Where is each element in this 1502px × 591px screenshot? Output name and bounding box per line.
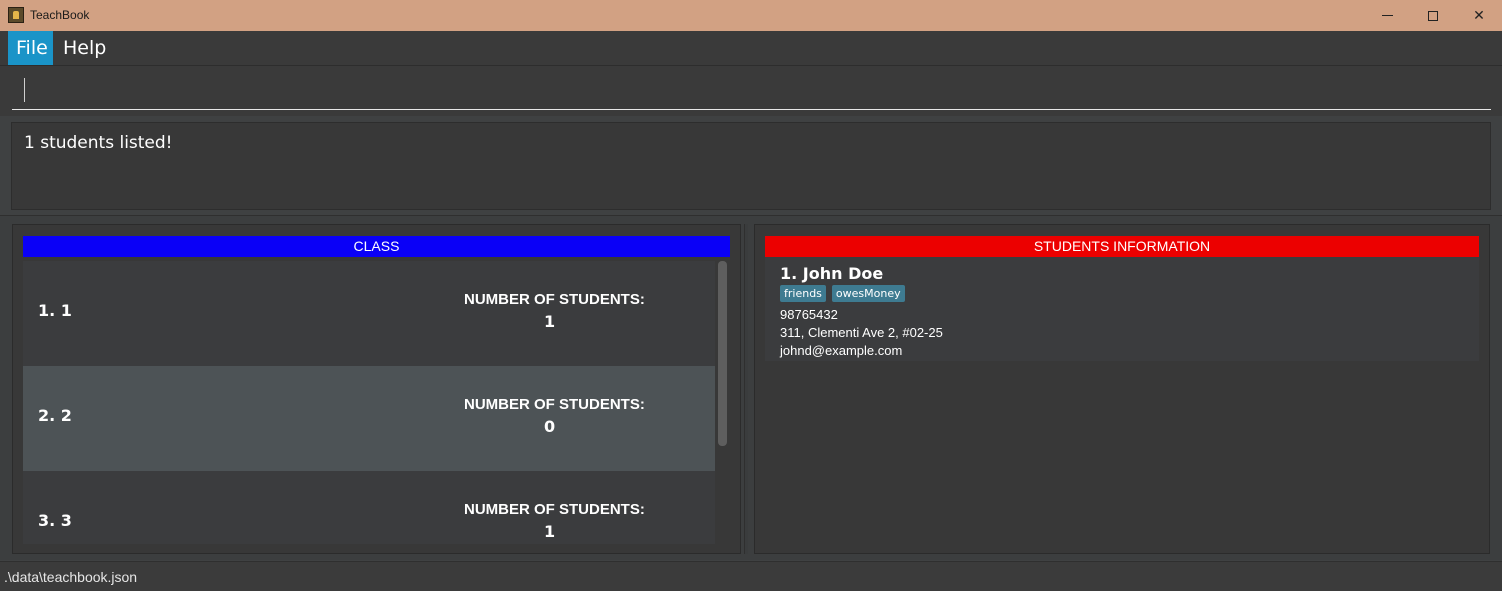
student-count-label: NUMBER OF STUDENTS: xyxy=(464,501,645,518)
class-panel: CLASS 1. 1 NUMBER OF STUDENTS: 1 2. 2 NU… xyxy=(12,224,741,554)
maximize-icon xyxy=(1428,10,1438,21)
result-message: 1 students listed! xyxy=(24,133,173,153)
maximize-button[interactable] xyxy=(1410,0,1456,31)
window-title: TeachBook xyxy=(30,8,90,22)
class-list[interactable]: 1. 1 NUMBER OF STUDENTS: 1 2. 2 NUMBER O… xyxy=(23,261,715,544)
student-count-label: NUMBER OF STUDENTS: xyxy=(464,396,645,413)
students-header: STUDENTS INFORMATION xyxy=(765,236,1479,257)
class-header: CLASS xyxy=(23,236,730,257)
command-input[interactable] xyxy=(12,74,1491,110)
close-icon: ✕ xyxy=(1473,7,1485,24)
title-bar: TeachBook ✕ xyxy=(0,0,1502,31)
minimize-button[interactable] xyxy=(1364,0,1410,31)
text-caret xyxy=(24,78,25,102)
student-tags: friends owesMoney xyxy=(780,285,905,302)
main-area: CLASS 1. 1 NUMBER OF STUDENTS: 1 2. 2 NU… xyxy=(0,215,1502,560)
class-row[interactable]: 1. 1 NUMBER OF STUDENTS: 1 xyxy=(23,261,715,366)
status-bar: .\data\teachbook.json xyxy=(0,561,1502,591)
close-button[interactable]: ✕ xyxy=(1456,0,1502,31)
result-display: 1 students listed! xyxy=(11,122,1491,210)
class-row[interactable]: 3. 3 NUMBER OF STUDENTS: 1 xyxy=(23,471,715,544)
student-card[interactable]: 1. John Doe friends owesMoney 98765432 3… xyxy=(765,257,1479,361)
split-divider[interactable] xyxy=(744,224,748,554)
minimize-icon xyxy=(1381,15,1393,16)
class-name: 1. 1 xyxy=(38,301,72,320)
tag: friends xyxy=(780,285,826,302)
class-name: 3. 3 xyxy=(38,511,72,530)
student-count-label: NUMBER OF STUDENTS: xyxy=(464,291,645,308)
class-name: 2. 2 xyxy=(38,406,72,425)
save-location: .\data\teachbook.json xyxy=(4,569,138,585)
student-count-value: 1 xyxy=(544,522,556,541)
student-phone: 98765432 xyxy=(780,307,838,322)
student-address: 311, Clementi Ave 2, #02-25 xyxy=(780,325,943,340)
tag: owesMoney xyxy=(831,285,905,302)
app-icon xyxy=(8,7,24,23)
menu-file[interactable]: File xyxy=(8,31,53,65)
menu-help[interactable]: Help xyxy=(55,31,114,65)
student-count-value: 1 xyxy=(544,312,556,331)
students-panel: STUDENTS INFORMATION 1. John Doe friends… xyxy=(754,224,1490,554)
student-count-value: 0 xyxy=(544,417,556,436)
student-email: johnd@example.com xyxy=(780,343,903,358)
student-name: 1. John Doe xyxy=(780,264,884,283)
class-row-selected[interactable]: 2. 2 NUMBER OF STUDENTS: 0 xyxy=(23,366,715,471)
class-list-scrollbar[interactable] xyxy=(718,261,727,446)
menu-bar: File Help xyxy=(0,31,1502,66)
command-box-area xyxy=(0,66,1502,116)
